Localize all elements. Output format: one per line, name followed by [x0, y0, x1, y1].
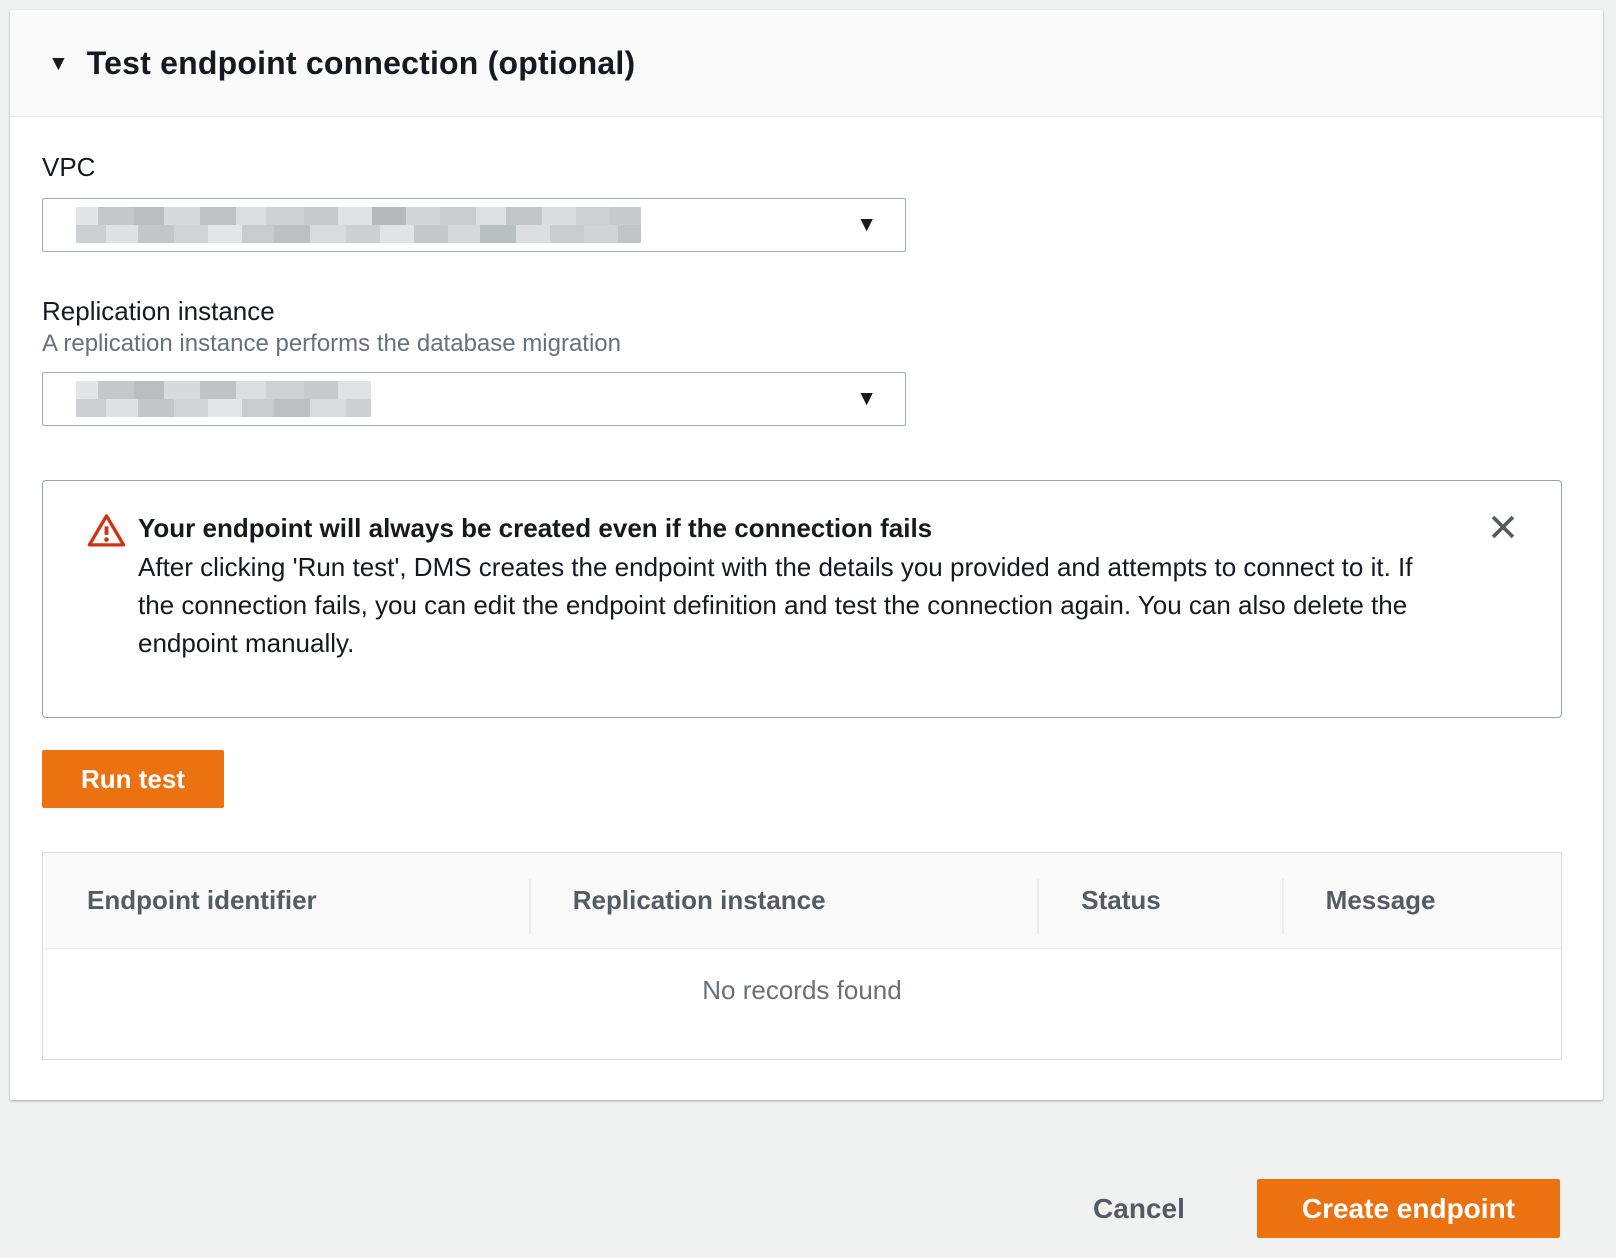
replication-instance-redacted-value: [76, 381, 371, 417]
warning-alert: Your endpoint will always be created eve…: [42, 480, 1562, 718]
cancel-button[interactable]: Cancel: [1093, 1179, 1185, 1238]
alert-content: Your endpoint will always be created eve…: [138, 509, 1441, 662]
replication-instance-field: Replication instance A replication insta…: [42, 296, 1562, 426]
column-header-message: Message: [1282, 853, 1561, 948]
table-header-row: Endpoint identifier Replication instance…: [43, 853, 1561, 949]
section-title: Test endpoint connection (optional): [87, 45, 636, 82]
section-header[interactable]: ▼ Test endpoint connection (optional): [10, 10, 1603, 117]
vpc-field: VPC ▼: [42, 152, 1562, 252]
alert-body: After clicking 'Run test', DMS creates t…: [138, 548, 1441, 662]
run-test-button[interactable]: Run test: [42, 750, 224, 808]
table-body: No records found: [43, 949, 1561, 1059]
form-footer: Cancel Create endpoint: [0, 1100, 1616, 1258]
column-header-replication-instance: Replication instance: [529, 853, 1038, 948]
section-body: VPC ▼ Replication instance A replication…: [10, 117, 1603, 1060]
vpc-select[interactable]: ▼: [42, 198, 906, 252]
vpc-label: VPC: [42, 152, 1562, 182]
collapse-caret-icon[interactable]: ▼: [48, 53, 69, 74]
column-header-status: Status: [1037, 853, 1281, 948]
test-endpoint-connection-panel: ▼ Test endpoint connection (optional) VP…: [10, 10, 1603, 1100]
alert-title: Your endpoint will always be created eve…: [138, 509, 1441, 547]
test-results-table: Endpoint identifier Replication instance…: [42, 852, 1562, 1060]
replication-instance-description: A replication instance performs the data…: [42, 330, 1562, 358]
chevron-down-icon: ▼: [856, 214, 877, 235]
create-endpoint-button[interactable]: Create endpoint: [1257, 1179, 1560, 1238]
empty-state-message: No records found: [702, 975, 901, 1059]
page: ▼ Test endpoint connection (optional) VP…: [0, 10, 1616, 1258]
close-icon[interactable]: [1481, 505, 1525, 549]
replication-instance-label: Replication instance: [42, 296, 1562, 326]
replication-instance-select[interactable]: ▼: [42, 372, 906, 426]
warning-triangle-icon: [87, 512, 126, 553]
chevron-down-icon: ▼: [856, 388, 877, 409]
vpc-redacted-value: [76, 207, 641, 243]
column-header-endpoint-identifier: Endpoint identifier: [43, 853, 529, 948]
